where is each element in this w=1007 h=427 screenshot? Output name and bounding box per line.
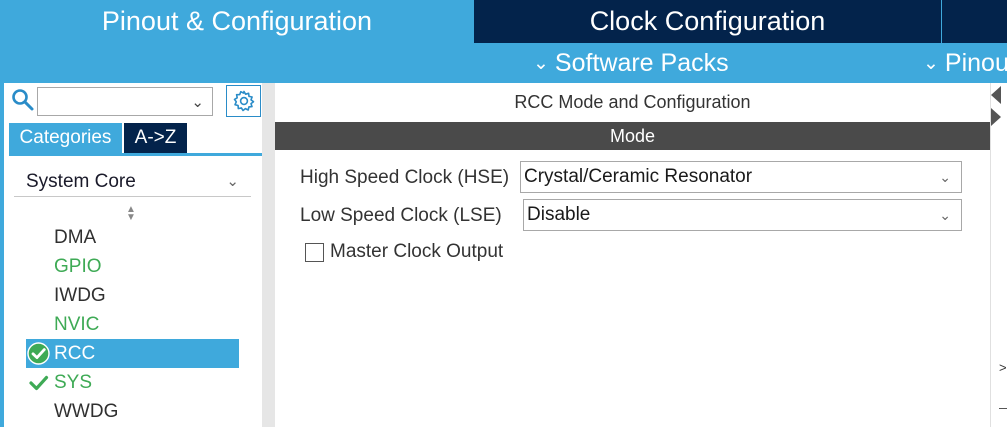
- pinout-menu[interactable]: ⌄ Pinou: [923, 43, 1007, 83]
- list-item-label: NVIC: [54, 313, 100, 335]
- list-item-label: SYS: [54, 371, 93, 393]
- page-title: RCC Mode and Configuration: [275, 87, 990, 117]
- chevron-down-icon[interactable]: ⌄: [191, 93, 204, 111]
- chevron-down-icon: ⌄: [226, 173, 239, 190]
- software-packs-label: Software Packs: [554, 48, 729, 77]
- master-clock-output-label: Master Clock Output: [330, 241, 504, 262]
- master-clock-output-checkbox[interactable]: [305, 243, 324, 262]
- hse-select[interactable]: Crystal/Ceramic Resonator ⌄: [520, 161, 962, 193]
- tab-underline: [9, 153, 262, 156]
- list-item-wwdg[interactable]: WWDG: [26, 397, 239, 426]
- lse-select-value: Disable: [527, 204, 591, 225]
- list-item-rcc[interactable]: RCC: [26, 339, 239, 368]
- chevron-down-icon: ⌄: [923, 52, 939, 74]
- divider: [999, 408, 1007, 409]
- tab-pinout-label: Pinout & Configuration: [101, 6, 373, 36]
- check-circle-icon: [27, 342, 50, 365]
- section-header-mode: Mode: [275, 122, 990, 150]
- chevron-down-icon: ⌄: [939, 207, 951, 223]
- lse-select[interactable]: Disable ⌄: [523, 199, 962, 231]
- hse-label: High Speed Clock (HSE): [300, 167, 510, 188]
- secondary-toolbar: ⌄ Software Packs ⌄ Pinou: [0, 43, 1007, 83]
- panel-splitter[interactable]: [262, 83, 275, 427]
- chevron-down-icon: ⌄: [939, 169, 951, 185]
- list-item-label: WWDG: [54, 400, 119, 422]
- list-item-label: RCC: [54, 342, 96, 364]
- side-panel-edge: [990, 83, 1007, 427]
- list-item-sys[interactable]: SYS: [26, 368, 239, 397]
- tab-a-to-z-label: A->Z: [134, 127, 177, 148]
- hse-select-value: Crystal/Ceramic Resonator: [524, 166, 753, 187]
- edge-marker-icon: >: [999, 360, 1007, 375]
- category-select[interactable]: System Core ⌄: [14, 166, 251, 197]
- tab-next-partial[interactable]: [942, 0, 1007, 43]
- pinout-menu-label: Pinou: [944, 48, 1007, 77]
- tab-clock-label: Clock Configuration: [589, 6, 826, 36]
- search-input[interactable]: ⌄: [37, 87, 213, 116]
- tab-categories-label: Categories: [19, 127, 112, 148]
- collapse-arrow-icon[interactable]: [991, 86, 1001, 104]
- list-item-iwdg[interactable]: IWDG: [26, 281, 239, 310]
- sort-icon[interactable]: ▲ ▼: [124, 205, 138, 223]
- list-item-gpio[interactable]: GPIO: [26, 252, 239, 281]
- tab-pinout-configuration[interactable]: Pinout & Configuration: [0, 0, 474, 43]
- list-item-label: GPIO: [54, 255, 102, 277]
- section-header-label: Mode: [609, 125, 656, 146]
- software-packs-menu[interactable]: ⌄ Software Packs: [533, 43, 729, 83]
- list-item-label: DMA: [54, 226, 97, 248]
- check-icon: [29, 375, 49, 391]
- gear-icon: [233, 90, 254, 112]
- search-icon[interactable]: [11, 88, 35, 112]
- category-select-value: System Core: [26, 171, 136, 192]
- expand-arrow-icon[interactable]: [991, 108, 1001, 126]
- tab-a-to-z[interactable]: A->Z: [124, 123, 187, 153]
- list-item-dma[interactable]: DMA: [26, 223, 239, 252]
- lse-label: Low Speed Clock (LSE): [300, 205, 502, 226]
- settings-button[interactable]: [226, 85, 261, 117]
- chevron-down-icon: ⌄: [533, 52, 549, 74]
- list-item-nvic[interactable]: NVIC: [26, 310, 239, 339]
- list-item-label: IWDG: [54, 284, 106, 306]
- page-title-text: RCC Mode and Configuration: [514, 91, 751, 112]
- tab-categories[interactable]: Categories: [9, 123, 122, 153]
- tab-clock-configuration[interactable]: Clock Configuration: [474, 0, 941, 43]
